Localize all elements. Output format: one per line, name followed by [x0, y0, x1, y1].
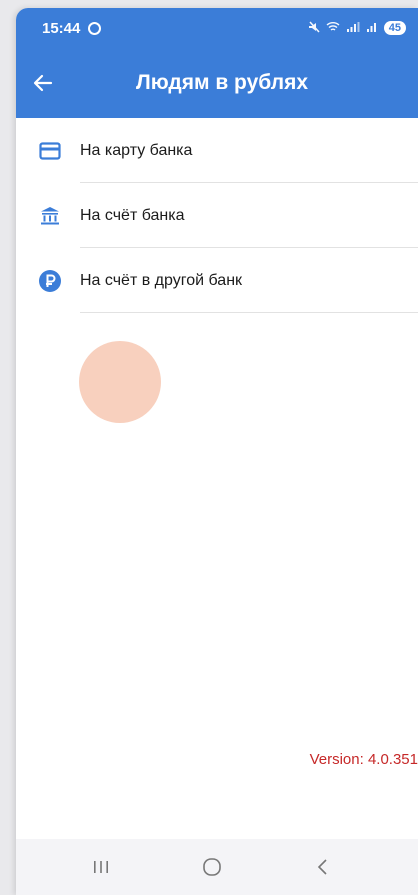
- battery-badge: 45: [383, 21, 406, 35]
- signal-icon-2: [366, 21, 378, 36]
- menu-item-to-bank-account[interactable]: На счёт банка: [16, 183, 418, 248]
- divider: [80, 312, 418, 313]
- transfer-options-list: На карту банка На счёт банка На счёт в д…: [16, 118, 418, 423]
- ruble-icon: [38, 269, 62, 293]
- status-time: 15:44: [42, 19, 81, 37]
- page-title: Людям в рублях: [135, 71, 309, 94]
- back-nav-icon[interactable]: [303, 852, 343, 882]
- system-nav-bar: [16, 839, 418, 895]
- card-icon: [38, 139, 62, 163]
- menu-item-label: На счёт в другой банк: [80, 271, 243, 289]
- mute-icon: [308, 20, 320, 36]
- back-arrow-icon[interactable]: [30, 70, 56, 96]
- menu-item-label: На карту банка: [80, 141, 193, 159]
- app-bar: Людям в рублях: [16, 48, 418, 118]
- touch-ripple: [79, 341, 161, 423]
- status-left: 15:44: [42, 19, 102, 37]
- notification-ring-icon: [88, 21, 102, 35]
- menu-item-to-card[interactable]: На карту банка: [16, 118, 418, 183]
- recent-apps-icon[interactable]: [81, 852, 121, 882]
- bank-icon: [38, 204, 62, 228]
- status-right: 45: [308, 20, 406, 36]
- status-bar: 15:44 45: [16, 8, 418, 48]
- menu-item-label: На счёт банка: [80, 206, 185, 224]
- phone-screen: 15:44 45 Людям в рублях На карту банка Н…: [16, 8, 418, 895]
- signal-icon: [346, 21, 360, 36]
- wifi-icon: [326, 21, 340, 36]
- menu-item-to-other-bank[interactable]: На счёт в другой банк: [16, 248, 418, 313]
- version-label: Version: 4.0.351: [309, 751, 418, 768]
- home-icon[interactable]: [192, 852, 232, 882]
